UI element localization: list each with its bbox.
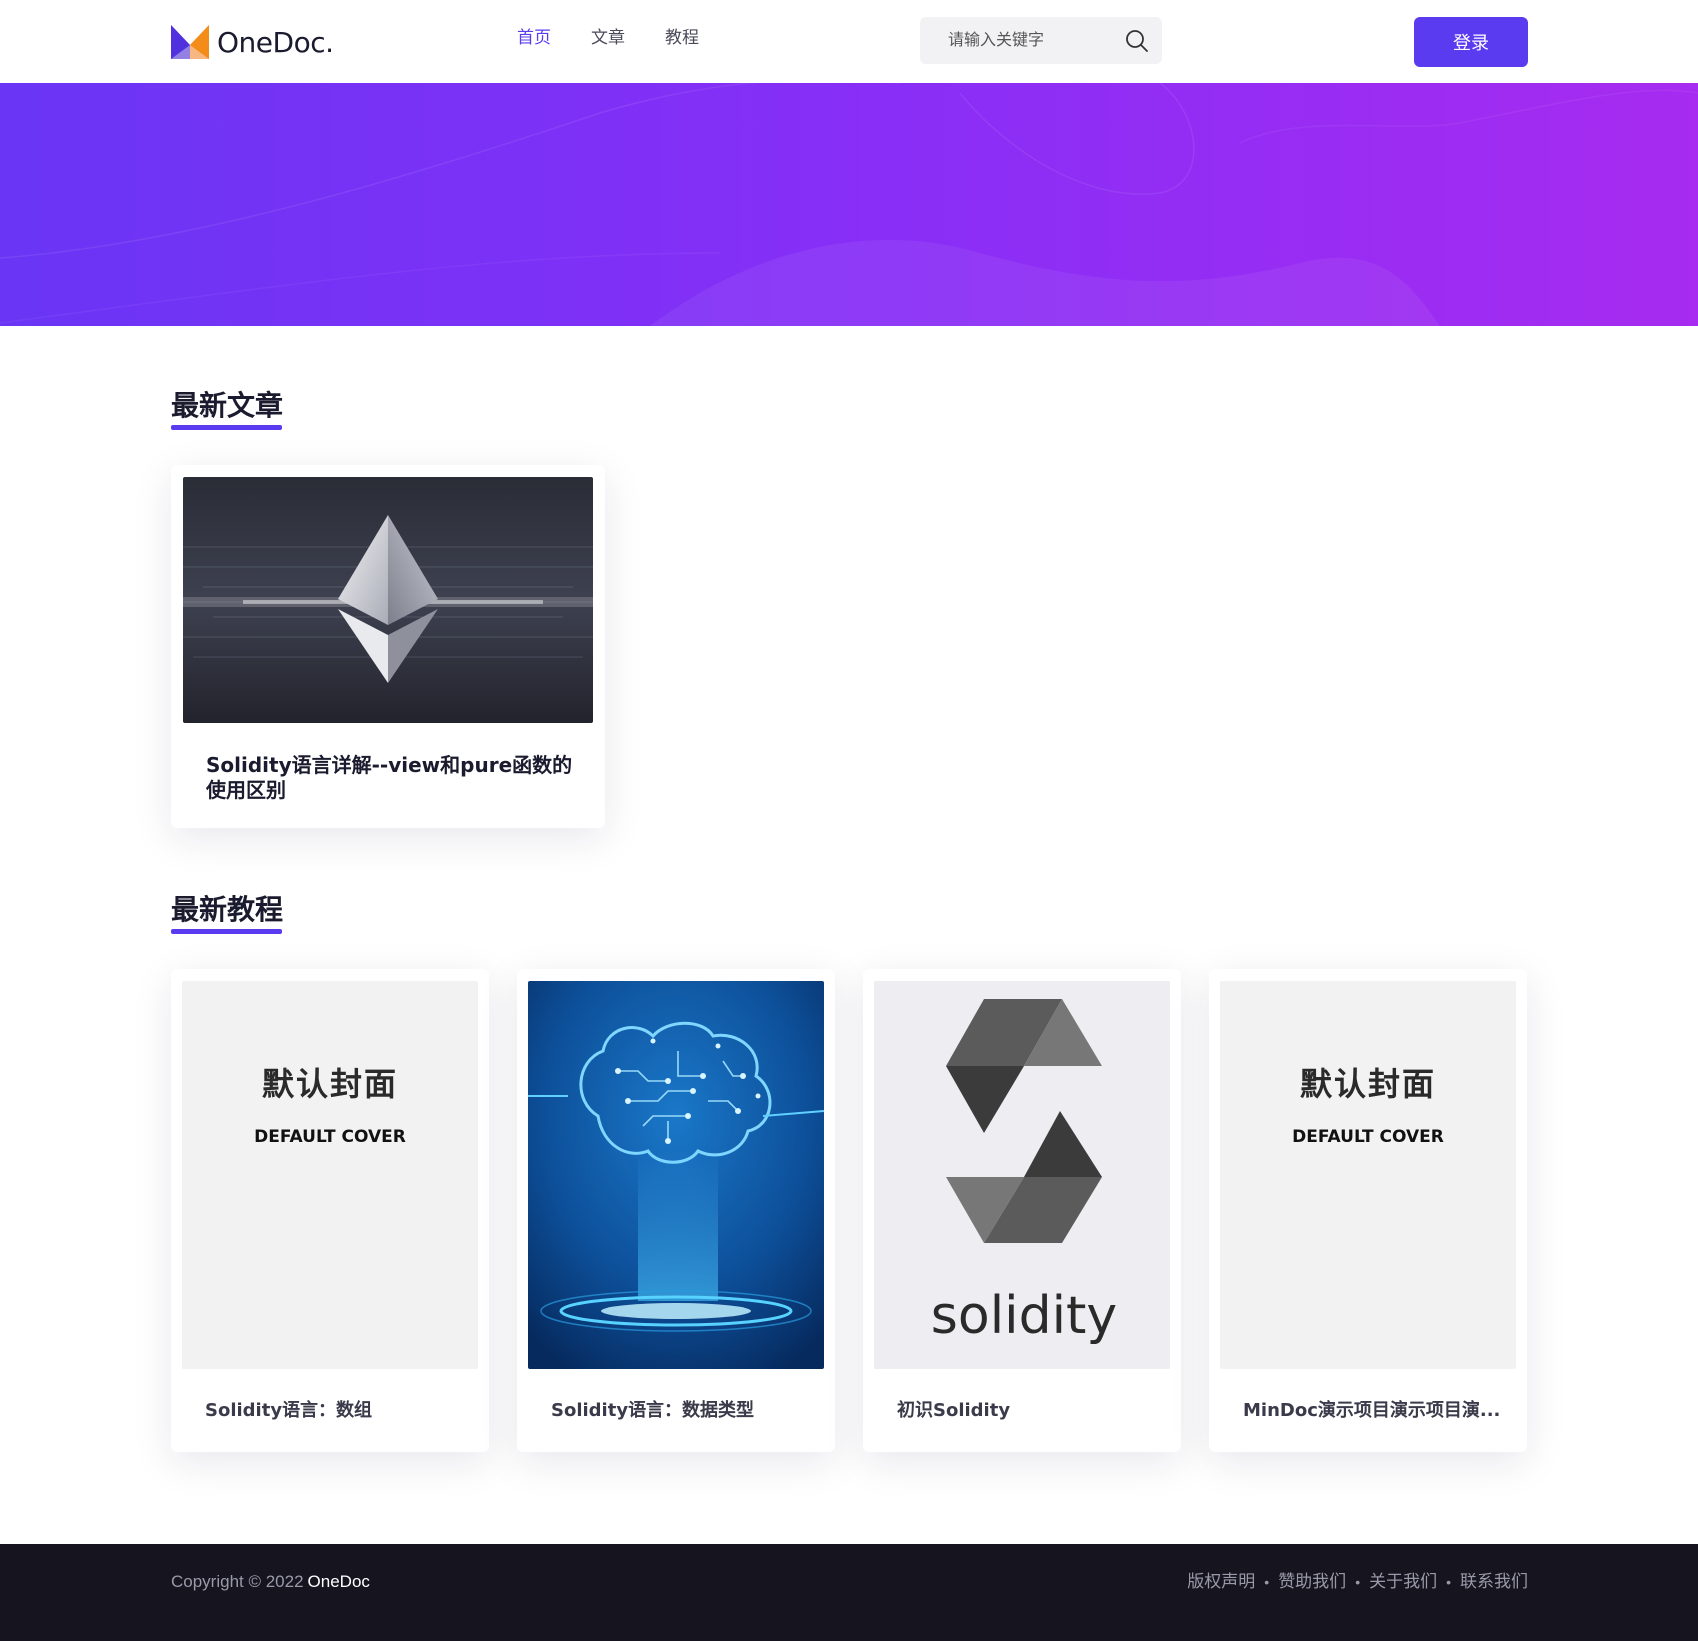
section-underline [171,425,282,430]
article-card[interactable]: Solidity语言详解--view和pure函数的使用区别 [171,465,605,828]
default-cover-image: 默认封面 DEFAULT COVER [1220,981,1516,1369]
footer-brand[interactable]: OneDoc [308,1572,370,1591]
footer-link-contact[interactable]: 联系我们 [1460,1570,1528,1594]
logo-text: OneDoc. [217,25,334,59]
tutorial-title[interactable]: 初识Solidity [897,1399,1167,1423]
login-button[interactable]: 登录 [1414,17,1528,67]
default-cover-en-text: DEFAULT COVER [1292,1127,1444,1147]
ethereum-cover-image [183,477,593,723]
circuit-brain-cover-image [528,981,824,1369]
default-cover-image: 默认封面 DEFAULT COVER [182,981,478,1369]
tutorial-card[interactable]: 默认封面 DEFAULT COVER Solidity语言：数组 [171,969,489,1452]
main-nav: 首页 文章 教程 [517,26,739,50]
section-underline [171,929,282,934]
footer-separator: • [1446,1574,1451,1590]
tutorial-card[interactable]: solidity 初识Solidity [863,969,1181,1452]
solidity-logo-cover-image: solidity [874,981,1170,1369]
logo[interactable]: OneDoc. [171,22,334,62]
nav-item-articles[interactable]: 文章 [591,26,625,50]
search-icon[interactable] [1124,28,1150,54]
tutorial-title[interactable]: Solidity语言：数据类型 [551,1399,821,1423]
tutorial-card[interactable]: Solidity语言：数据类型 [517,969,835,1452]
default-cover-cn-text: 默认封面 [261,1065,398,1103]
search-box [920,17,1162,64]
footer-links: 版权声明 • 赞助我们 • 关于我们 • 联系我们 [1187,1570,1528,1594]
copyright: Copyright © 2022 OneDoc [171,1570,370,1594]
solidity-cover-text: solidity [931,1286,1117,1346]
default-cover-cn-text: 默认封面 [1299,1065,1436,1103]
nav-item-tutorials[interactable]: 教程 [665,26,699,50]
article-title[interactable]: Solidity语言详解--view和pure函数的使用区别 [206,753,576,803]
solidity-logo-icon: solidity [874,981,1170,1369]
site-footer: Copyright © 2022 OneDoc 版权声明 • 赞助我们 • 关于我… [0,1544,1698,1641]
copyright-text: Copyright © 2022 [171,1572,304,1591]
tutorial-card[interactable]: 默认封面 DEFAULT COVER MinDoc演示项目演示项目演... [1209,969,1527,1452]
nav-item-home[interactable]: 首页 [517,26,551,50]
article-cover-image [183,477,593,723]
hero-banner [0,83,1698,326]
search-input[interactable] [920,17,1120,64]
footer-link-copyright[interactable]: 版权声明 [1187,1570,1255,1594]
section-title-latest-articles: 最新文章 [171,389,284,422]
onedoc-logo-icon [171,25,209,59]
circuit-brain-illustration [528,981,824,1369]
site-header: OneDoc. 首页 文章 教程 登录 [0,0,1698,83]
footer-separator: • [1264,1574,1270,1590]
default-cover-en-text: DEFAULT COVER [254,1127,406,1147]
section-title-latest-tutorials: 最新教程 [171,893,284,926]
tutorial-title[interactable]: Solidity语言：数组 [205,1399,475,1423]
tutorial-title[interactable]: MinDoc演示项目演示项目演... [1243,1399,1513,1423]
hero-wave-decoration [0,83,1698,326]
footer-separator: • [1355,1574,1361,1590]
footer-link-sponsor[interactable]: 赞助我们 [1278,1570,1346,1594]
footer-link-about[interactable]: 关于我们 [1369,1570,1437,1594]
